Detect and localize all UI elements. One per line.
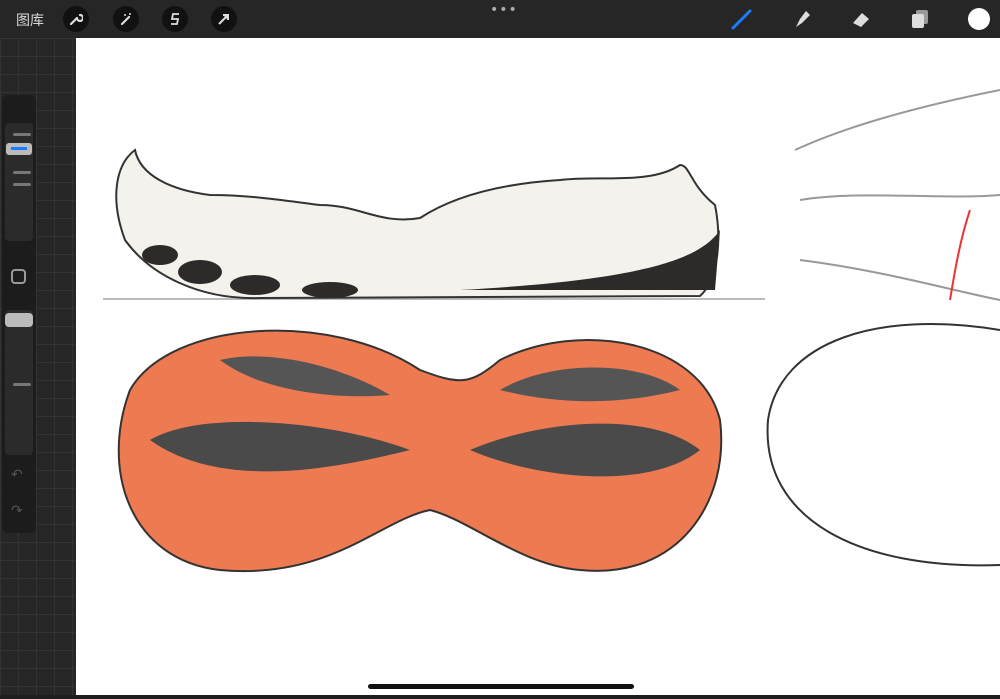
drawing-canvas[interactable] <box>76 38 1000 695</box>
top-toolbar: 图库 ••• <box>0 0 1000 38</box>
redo-icon[interactable]: ↷ <box>11 503 23 519</box>
modify-button[interactable] <box>11 269 26 284</box>
gallery-button[interactable]: 图库 <box>16 10 44 30</box>
brush-icon[interactable] <box>730 7 754 31</box>
opacity-handle[interactable] <box>5 313 33 327</box>
sketch-outline <box>766 323 1000 567</box>
color-swatch[interactable] <box>967 7 991 31</box>
more-menu[interactable]: ••• <box>490 2 518 18</box>
transform-arrow-icon[interactable] <box>211 6 237 32</box>
wrench-icon[interactable] <box>63 6 89 32</box>
home-indicator[interactable] <box>368 684 634 689</box>
eraser-icon[interactable] <box>849 7 873 31</box>
artwork <box>103 89 1000 573</box>
layers-icon[interactable] <box>908 7 932 31</box>
brush-sidebar: ↶ ↷ <box>2 95 36 533</box>
brush-size-handle[interactable] <box>6 143 32 155</box>
opacity-slider[interactable] <box>5 310 33 455</box>
brush-size-slider[interactable] <box>5 123 33 241</box>
selection-icon[interactable] <box>162 6 188 32</box>
smudge-icon[interactable] <box>790 7 814 31</box>
magic-wand-icon[interactable] <box>113 6 139 32</box>
undo-icon[interactable]: ↶ <box>11 467 23 483</box>
